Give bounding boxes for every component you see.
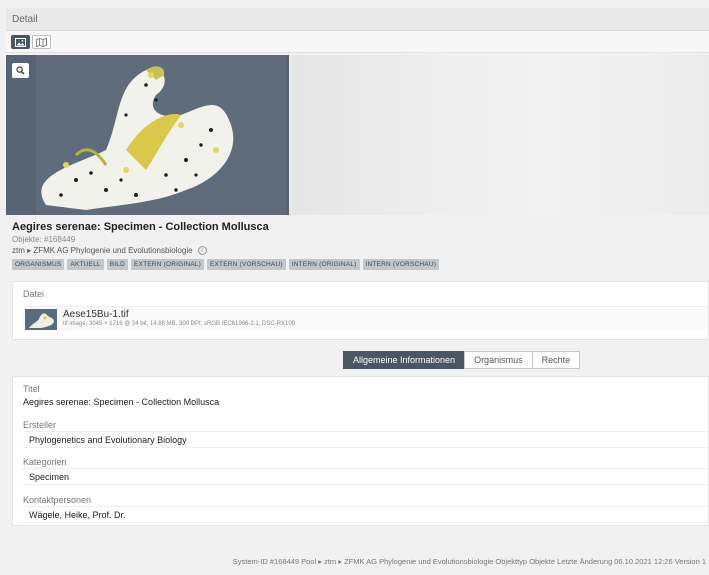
record-object-id: Objekte: #168449 xyxy=(12,235,76,244)
image-icon xyxy=(15,37,26,47)
file-row[interactable]: Aese15Bu-1.tif tif image, 3045 × 1716 @ … xyxy=(23,306,708,331)
ersteller-value: Phylogenetics and Evolutionary Biology xyxy=(29,435,187,445)
kategorien-value: Specimen xyxy=(29,472,70,482)
titel-label: Titel xyxy=(23,384,40,394)
tag-item: AKTUELL xyxy=(67,259,104,270)
tab-organismus[interactable]: Organismus xyxy=(464,351,533,369)
map-icon xyxy=(36,37,47,47)
view-toolbar xyxy=(6,31,709,53)
specimen-image xyxy=(6,55,289,215)
ersteller-field[interactable]: Phylogenetics and Evolutionary Biology xyxy=(23,431,708,448)
preview-background xyxy=(289,55,709,215)
image-preview xyxy=(6,55,709,215)
record-path: ztm ▸ ZFMK AG Phylogenie und Evolutionsb… xyxy=(12,246,702,255)
image-view-button[interactable] xyxy=(11,35,30,49)
zoom-button[interactable] xyxy=(12,63,29,78)
general-info-panel: Titel Aegires serenae: Specimen - Collec… xyxy=(12,376,709,526)
file-name[interactable]: Aese15Bu-1.tif xyxy=(63,309,129,320)
record-header: Aegires serenae: Specimen - Collection M… xyxy=(12,221,702,270)
map-view-button[interactable] xyxy=(32,35,51,49)
file-details: tif image, 3045 × 1716 @ 24 bit, 14.88 M… xyxy=(63,321,296,327)
tag-item: ORGANISMUS xyxy=(12,259,65,270)
file-section-label: Datei xyxy=(23,289,45,299)
kategorien-field[interactable]: Specimen xyxy=(23,468,708,485)
file-thumbnail xyxy=(25,309,57,330)
tab-allgemeine-informationen[interactable]: Allgemeine Informationen xyxy=(343,351,466,369)
window-titlebar: Detail xyxy=(6,8,709,31)
window-title: Detail xyxy=(12,14,38,25)
info-icon[interactable]: i xyxy=(197,246,207,255)
breadcrumb-path[interactable]: ztm ▸ ZFMK AG Phylogenie und Evolutionsb… xyxy=(12,246,193,255)
file-panel: Datei Aese15Bu-1.tif tif image, 3045 × 1… xyxy=(12,281,709,340)
tag-item: BILD xyxy=(106,259,128,270)
tag-item: EXTERN (VORSCHAU) xyxy=(206,259,286,270)
record-title: Aegires serenae: Specimen - Collection M… xyxy=(12,221,269,233)
titel-value: Aegires serenae: Specimen - Collection M… xyxy=(23,397,220,407)
zoom-in-icon xyxy=(16,66,25,75)
tab-rechte[interactable]: Rechte xyxy=(531,351,581,369)
ersteller-label: Ersteller xyxy=(23,420,57,430)
kontaktpersonen-label: Kontaktpersonen xyxy=(23,495,92,505)
record-footer: System-ID #168449 Pool ▸ ztm ▸ ZFMK AG P… xyxy=(232,557,706,566)
tag-list: ORGANISMUS AKTUELL BILD EXTERN (ORIGINAL… xyxy=(12,259,702,270)
specimen-photo[interactable] xyxy=(6,55,289,215)
tag-item: INTERN (ORIGINAL) xyxy=(288,259,360,270)
kategorien-label: Kategorien xyxy=(23,457,67,467)
tag-item: INTERN (VORSCHAU) xyxy=(362,259,440,270)
detail-tabs: Allgemeine Informationen Organismus Rech… xyxy=(343,351,581,369)
tag-item: EXTERN (ORIGINAL) xyxy=(131,259,204,270)
kontaktpersonen-field[interactable]: Wägele, Heike, Prof. Dr. xyxy=(23,506,708,523)
kontaktpersonen-value: Wägele, Heike, Prof. Dr. xyxy=(29,510,126,520)
